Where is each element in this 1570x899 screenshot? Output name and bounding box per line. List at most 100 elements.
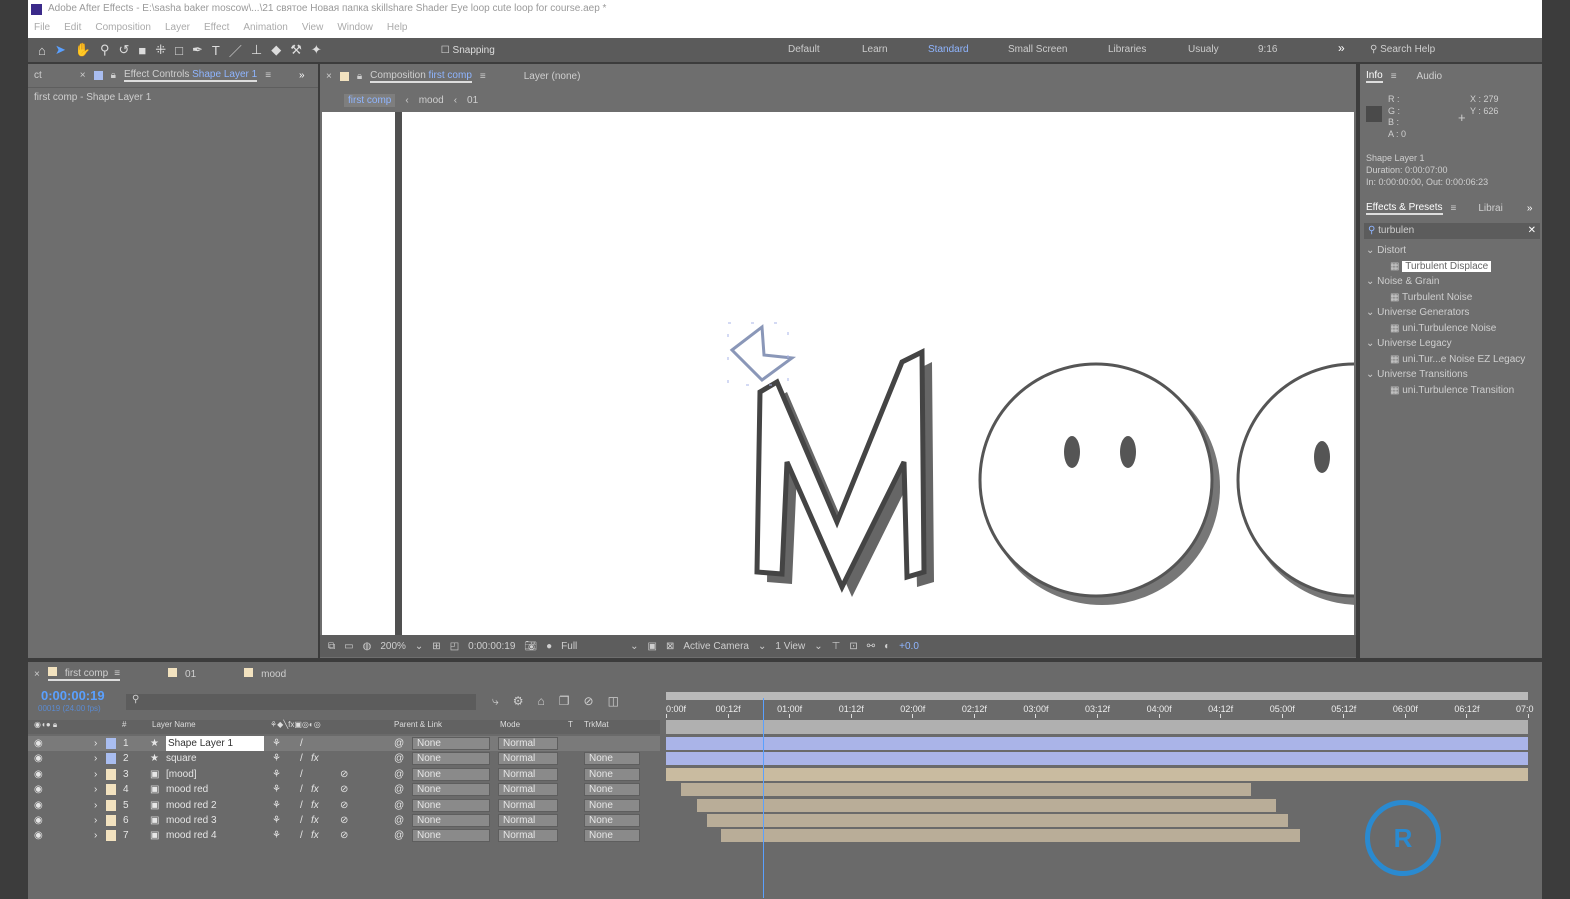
region-icon[interactable]: ◰	[450, 641, 459, 652]
trkmat-dropdown[interactable]: None	[584, 752, 640, 766]
viewer-timecode[interactable]: 0:00:00:19	[468, 641, 515, 652]
fx-icon[interactable]: fx	[311, 828, 319, 843]
adjustment-link-icon[interactable]: ⊘	[340, 813, 348, 828]
label-color[interactable]	[106, 799, 116, 811]
shy-switch-icon[interactable]: ⚘	[272, 782, 281, 797]
table-row[interactable]: ◉ › 5 ▣ mood red 2 ⚘ / fx ⊘ @ None Normal None	[28, 798, 660, 813]
parent-dropdown[interactable]: None	[412, 783, 490, 797]
3d-draft-icon[interactable]: ⊠	[666, 641, 674, 652]
eye-icon[interactable]: ◉	[34, 782, 43, 797]
quality-switch-icon[interactable]: /	[300, 813, 303, 828]
layer-bar[interactable]	[696, 798, 1276, 812]
home-icon[interactable]: ⌂	[38, 43, 46, 58]
composition-navigator-icon[interactable]: ⤷	[492, 694, 499, 709]
snapping-checkbox[interactable]: ☐ Snapping	[441, 45, 495, 56]
workspace-9-16[interactable]: 9:16	[1258, 44, 1277, 55]
menu-animation[interactable]: Animation	[243, 22, 287, 33]
flowchart-icon[interactable]: ⚯	[867, 641, 875, 652]
fx-icon[interactable]: fx	[311, 782, 319, 797]
pickwhip-icon[interactable]: @	[394, 798, 404, 813]
eye-icon[interactable]: ◉	[34, 828, 43, 843]
workspace-learn[interactable]: Learn	[862, 44, 888, 55]
pickwhip-icon[interactable]: @	[394, 767, 404, 782]
grid-icon[interactable]: ⊞	[432, 641, 440, 652]
menu-effect[interactable]: Effect	[204, 22, 229, 33]
tab-libraries[interactable]: Librai	[1478, 203, 1502, 214]
label-color[interactable]	[106, 768, 116, 780]
workspace-usualy[interactable]: Usualy	[1188, 44, 1219, 55]
table-row[interactable]: ◉ › 1 ★ Shape Layer 1 ⚘ / @ None Normal	[28, 736, 660, 752]
shy-icon[interactable]: ⌂	[538, 694, 545, 709]
fx-icon[interactable]: fx	[311, 813, 319, 828]
expand-chevron-icon[interactable]: ›	[94, 751, 97, 766]
rectangle-tool-icon[interactable]: □	[175, 43, 183, 58]
shy-switch-icon[interactable]: ⚘	[272, 767, 281, 782]
panel-menu-icon[interactable]: ≡	[265, 70, 271, 81]
expand-chevron-icon[interactable]: ›	[94, 828, 97, 843]
mask-icon[interactable]: ◍	[363, 641, 372, 652]
effects-group[interactable]: ⌄ Universe Legacy	[1360, 336, 1530, 352]
label-color[interactable]	[106, 753, 116, 765]
workspace-libraries[interactable]: Libraries	[1108, 44, 1146, 55]
expand-chevron-icon[interactable]: ›	[94, 767, 97, 782]
clear-search-icon[interactable]: ✕	[1528, 223, 1536, 239]
table-row[interactable]: ◉ › 7 ▣ mood red 4 ⚘ / fx ⊘ @ None Normal None	[28, 828, 660, 843]
effects-group[interactable]: ⌄ Distort	[1360, 243, 1530, 259]
crumb-mood[interactable]: mood	[419, 95, 444, 106]
tab-info[interactable]: Info	[1366, 70, 1383, 83]
panel-menu-icon[interactable]: ≡	[1391, 71, 1397, 82]
expand-chevron-icon[interactable]: ›	[94, 813, 97, 828]
view-layout-dropdown[interactable]: 1 View	[775, 641, 805, 652]
toggle-transparency-icon[interactable]: ▣	[648, 641, 657, 652]
layer-name[interactable]: [mood]	[166, 767, 197, 782]
trkmat-dropdown[interactable]: None	[584, 814, 640, 827]
table-row[interactable]: ◉ › 3 ▣ [mood] ⚘ / ⊘ @ None Normal None	[28, 767, 660, 782]
adjustment-link-icon[interactable]: ⊘	[340, 767, 348, 782]
comp-canvas[interactable]	[322, 112, 1354, 635]
trkmat-dropdown[interactable]: None	[584, 829, 640, 843]
current-time-indicator[interactable]	[763, 698, 765, 898]
camera-tool-icon[interactable]: ■	[138, 43, 146, 58]
timeline-tab[interactable]: first comp ≡	[47, 667, 121, 681]
quality-switch-icon[interactable]: /	[300, 828, 303, 843]
effect-item[interactable]: ▦ Turbulent Displace	[1360, 259, 1530, 275]
layer-name[interactable]: Shape Layer 1	[166, 736, 264, 752]
always-preview-icon[interactable]: ⧉	[328, 641, 335, 652]
menu-layer[interactable]: Layer	[165, 22, 190, 33]
shy-switch-icon[interactable]: ⚘	[272, 751, 281, 766]
brush-tool-icon[interactable]: ／	[229, 41, 242, 60]
puppet-pin-icon[interactable]: ✦	[311, 42, 322, 58]
expand-chevron-icon[interactable]: ›	[94, 798, 97, 813]
shy-switch-icon[interactable]: ⚘	[272, 813, 281, 828]
clone-stamp-icon[interactable]: ⊥	[251, 42, 262, 58]
adjustment-link-icon[interactable]: ⊘	[340, 828, 348, 843]
workspace-small-screen[interactable]: Small Screen	[1008, 44, 1067, 55]
expand-icon[interactable]: »	[299, 70, 305, 81]
fx-icon[interactable]: fx	[311, 751, 319, 766]
time-ruler[interactable]: 0:00f 00:12f 01:00f 01:12f 02:00f 02:12f 03:00…	[666, 700, 1534, 718]
pickwhip-icon[interactable]: @	[394, 736, 404, 751]
zoom-tool-icon[interactable]: ⚲	[100, 42, 110, 58]
frame-blending-icon[interactable]: ❐	[559, 694, 570, 709]
tab-audio[interactable]: Audio	[1417, 71, 1443, 82]
effect-item[interactable]: ▦ uni.Tur...e Noise EZ Legacy	[1360, 352, 1530, 368]
selection-tool-icon[interactable]: ➤	[55, 42, 66, 58]
tab-effect-controls[interactable]: Effect Controls Shape Layer 1	[123, 69, 258, 82]
eye-icon[interactable]: ◉	[34, 736, 43, 751]
effect-item[interactable]: ▦ uni.Turbulence Transition	[1360, 383, 1530, 399]
timeline-icon[interactable]: ⊡	[849, 641, 857, 652]
more-workspaces-icon[interactable]: »	[1338, 41, 1356, 59]
table-row[interactable]: ◉ › 4 ▣ mood red ⚘ / fx ⊘ @ None Normal None	[28, 782, 660, 797]
effects-group[interactable]: ⌄ Universe Generators	[1360, 305, 1530, 321]
mode-dropdown[interactable]: Normal	[498, 752, 558, 766]
label-color[interactable]	[106, 738, 116, 749]
search-help[interactable]: ⚲ Search Help	[1370, 44, 1435, 55]
trkmat-dropdown[interactable]: None	[584, 798, 640, 812]
parent-dropdown[interactable]: None	[412, 814, 490, 827]
panel-menu-icon[interactable]: ≡	[480, 71, 486, 82]
effects-search-input[interactable]: ⚲ turbulen ✕	[1364, 223, 1540, 239]
trkmat-dropdown[interactable]: None	[584, 783, 640, 797]
graph-editor-icon[interactable]: ◫	[608, 694, 619, 709]
timeline-tab[interactable]: mood	[244, 668, 286, 680]
eraser-icon[interactable]: ◆	[271, 42, 281, 58]
